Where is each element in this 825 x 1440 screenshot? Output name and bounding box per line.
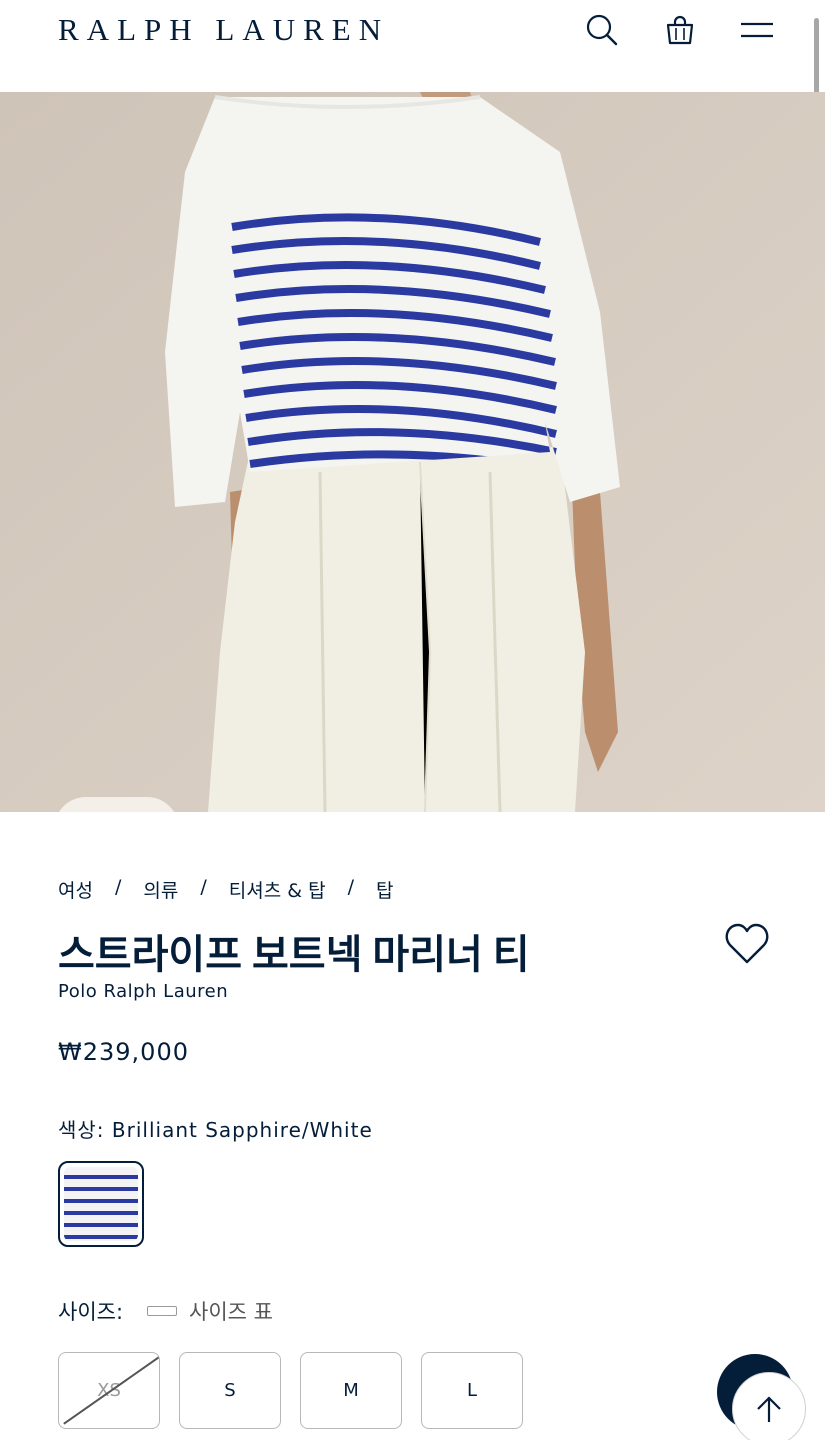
size-chart-link[interactable]: 사이즈 표: [189, 1296, 273, 1326]
ruler-icon: [147, 1306, 178, 1316]
site-header: RALPH LAUREN: [0, 0, 825, 92]
breadcrumb-separator: /: [200, 876, 207, 898]
size-option-xs[interactable]: XS: [58, 1352, 160, 1429]
breadcrumb-item-tops[interactable]: 탑: [376, 876, 393, 903]
menu-icon[interactable]: [737, 10, 777, 50]
unavailable-strike: [63, 1355, 159, 1425]
breadcrumb-item-women[interactable]: 여성: [58, 876, 93, 903]
size-option-l[interactable]: L: [421, 1352, 523, 1429]
size-option-label: L: [466, 1380, 478, 1401]
color-swatch-selected[interactable]: [58, 1161, 144, 1247]
search-icon[interactable]: [582, 10, 622, 50]
product-price: ₩239,000: [58, 1038, 189, 1066]
shopping-bag-icon[interactable]: [660, 10, 700, 50]
gallery-counter: 1 6: [54, 797, 179, 812]
breadcrumb-item-tshirts-tops[interactable]: 티셔츠 & 탑: [229, 876, 326, 903]
product-brand[interactable]: Polo Ralph Lauren: [58, 981, 228, 1002]
breadcrumb-separator: /: [114, 876, 122, 898]
size-option-label: M: [343, 1380, 359, 1401]
breadcrumb-separator: /: [347, 876, 354, 898]
product-title: 스트라이프 보트넥 마리너 티: [58, 932, 530, 977]
size-selector-header: 사이즈: 사이즈 표: [58, 1296, 273, 1326]
wishlist-heart-icon[interactable]: [724, 922, 770, 966]
color-value: Brilliant Sapphire/White: [111, 1118, 373, 1142]
scroll-to-top-button[interactable]: [732, 1372, 806, 1440]
brand-logo[interactable]: RALPH LAUREN: [58, 12, 389, 48]
color-label: 색상:: [58, 1118, 105, 1142]
size-option-s[interactable]: S: [179, 1352, 281, 1429]
color-selector-label: 색상: Brilliant Sapphire/White: [58, 1114, 373, 1143]
product-image[interactable]: 1 6: [0, 92, 825, 812]
size-label: 사이즈:: [58, 1300, 124, 1324]
size-option-label: S: [224, 1380, 236, 1401]
arrow-up-icon: [757, 1396, 781, 1422]
stripe-swatch-image: [64, 1167, 138, 1241]
size-option-m[interactable]: M: [300, 1352, 402, 1429]
breadcrumb-item-clothing[interactable]: 의류: [143, 876, 178, 903]
breadcrumb: 여성 / 의류 / 티셔츠 & 탑 / 탑: [58, 876, 393, 903]
